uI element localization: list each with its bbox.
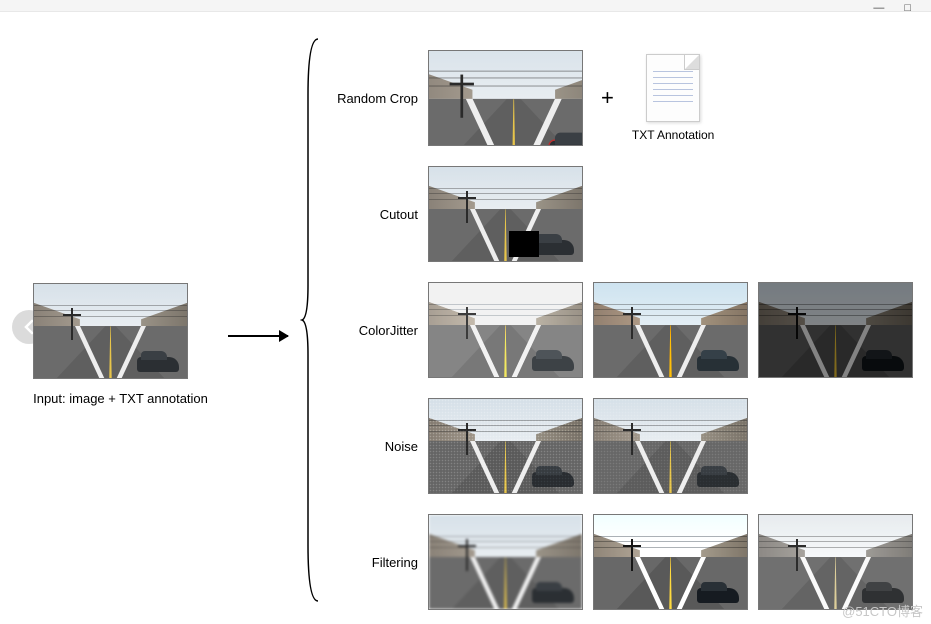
output-image [428,166,583,262]
output-image [593,282,748,378]
output-image [758,514,913,610]
output-image [428,514,583,610]
augmentation-label: Cutout [328,207,428,222]
augmentation-label: Noise [328,439,428,454]
augmentation-label: ColorJitter [328,323,428,338]
augmentation-row: Random Crop + TXT Annotation [328,50,913,146]
thumb-group [428,282,913,378]
output-image [593,514,748,610]
txt-file-icon [646,54,700,122]
output-image [758,282,913,378]
input-block: Input: image + TXT annotation [33,283,208,406]
window-maximize-button[interactable]: □ [904,2,911,14]
input-caption: Input: image + TXT annotation [33,391,208,406]
diagram-stage: Input: image + TXT annotation Random Cro… [0,20,931,624]
input-image [33,283,188,379]
txt-annotation-label: TXT Annotation [632,128,715,142]
augmentation-row: Cutout [328,166,913,262]
thumb-group [428,166,583,262]
txt-annotation-block: TXT Annotation [632,54,715,142]
output-image [428,282,583,378]
watermark: @51CTO博客 [842,601,923,620]
thumb-group [428,514,913,610]
brace-icon [300,35,320,605]
window-minimize-button[interactable]: — [873,2,884,14]
output-image [428,398,583,494]
augmentation-row: Noise [328,398,913,494]
augmentation-label: Random Crop [328,91,428,106]
output-image [428,50,583,146]
thumb-group: + TXT Annotation [428,50,714,146]
thumb-group [428,398,748,494]
augmentation-rows: Random Crop + TXT Annotation Cutout Color… [328,50,913,610]
augmentation-row: Filtering [328,514,913,610]
augmentation-row: ColorJitter [328,282,913,378]
augmentation-label: Filtering [328,555,428,570]
arrow-icon [228,335,288,337]
window-titlebar: — □ [0,0,931,12]
plus-icon: + [593,85,622,111]
output-image [593,398,748,494]
